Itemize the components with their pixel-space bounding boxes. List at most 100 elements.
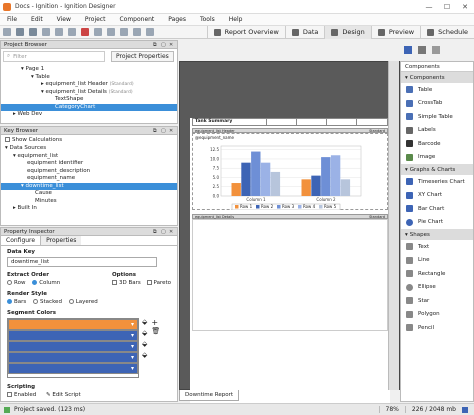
shape-rectangle[interactable]: Rectangle [401, 267, 473, 281]
component-table[interactable]: Table [401, 83, 473, 97]
close-panel-icon[interactable]: ✕ [169, 42, 177, 48]
key-built-in[interactable]: ▸ Built In [1, 205, 177, 213]
redo-icon[interactable] [29, 28, 37, 36]
publish-icon[interactable] [120, 28, 128, 36]
settings-icon[interactable] [107, 28, 115, 36]
menu-file[interactable]: File [0, 16, 24, 23]
menu-view[interactable]: View [50, 16, 78, 23]
float-icon[interactable]: ⧉ [153, 229, 161, 235]
float-icon[interactable]: ⧉ [153, 42, 161, 48]
project-properties-button[interactable]: Project Properties [111, 51, 174, 62]
key-data-sources[interactable]: ▾ Data Sources [1, 145, 177, 153]
delete-icon[interactable] [81, 28, 89, 36]
paint-icon[interactable]: ⬙ [142, 351, 147, 359]
delete-color-button[interactable]: 🗑 [151, 327, 160, 335]
close-icon[interactable]: ✕ [456, 3, 474, 11]
pareto-checkbox[interactable]: Pareto [146, 280, 171, 286]
menu-help[interactable]: Help [222, 16, 250, 23]
tree-item-page[interactable]: ▾ Page 1 [1, 66, 177, 74]
component-barcode[interactable]: Barcode [401, 137, 473, 151]
menu-pages[interactable]: Pages [161, 16, 193, 23]
component-xy-chart[interactable]: XY Chart [401, 189, 473, 203]
menu-project[interactable]: Project [78, 16, 113, 23]
close-panel-icon[interactable]: ✕ [169, 229, 177, 235]
scripting-enabled-checkbox[interactable]: Enabled [7, 392, 36, 398]
component-timeseries-chart[interactable]: Timeseries Chart [401, 175, 473, 189]
component-image[interactable]: Image [401, 151, 473, 165]
segment-color-2[interactable]: ▾ [8, 330, 138, 341]
shape-text[interactable]: Text [401, 240, 473, 254]
section-shapes[interactable]: ▾ Shapes [401, 229, 473, 240]
tab-preview[interactable]: Preview [370, 25, 420, 39]
shape-ellipse[interactable]: Ellipse [401, 281, 473, 295]
data-key-input[interactable]: downtime_list [7, 257, 157, 267]
component-bar-chart[interactable]: Bar Chart [401, 202, 473, 216]
component-simple-table[interactable]: Simple Table [401, 110, 473, 124]
save-icon[interactable] [3, 28, 11, 36]
section-components[interactable]: ▾ Components [401, 72, 473, 83]
tree-item-web-dev[interactable]: ▸ Web Dev [1, 111, 177, 119]
tab-configure[interactable]: Configure [1, 236, 42, 245]
key-equipment-list[interactable]: ▾ equipment_list [1, 153, 177, 161]
edit-script-button[interactable]: ✎ Edit Script [46, 392, 81, 398]
3d-bars-checkbox[interactable]: 3D Bars [111, 280, 141, 286]
close-panel-icon[interactable]: ✕ [169, 128, 177, 134]
project-filter-input[interactable]: ⌕ Filter [3, 51, 105, 62]
component-crosstab[interactable]: CrossTab [401, 97, 473, 111]
render-layered-radio[interactable]: Layered [68, 299, 98, 305]
tree-item-table[interactable]: ▾ Table [1, 74, 177, 82]
key-downtime-list[interactable]: ▾ downtime_list [1, 182, 177, 190]
maximize-icon[interactable]: ☐ [438, 3, 456, 11]
render-stacked-radio[interactable]: Stacked [33, 299, 62, 305]
tab-schedule[interactable]: Schedule [420, 25, 474, 39]
segment-color-5[interactable]: ▾ [8, 363, 138, 374]
gateway-status-icon[interactable] [462, 406, 468, 413]
pin-icon[interactable]: ▢ [161, 42, 169, 48]
section-graphs-charts[interactable]: ▾ Graphs & Charts [401, 164, 473, 175]
chart-component[interactable]: @equipment_name 12.5 10.0 7.5 5.0 2.5 0.0 Colu… [192, 133, 388, 210]
tree-item-textshape[interactable]: TextShape [1, 96, 177, 104]
extract-row-radio[interactable]: Row [7, 280, 25, 286]
report-properties-icon[interactable] [404, 46, 412, 54]
pin-icon[interactable]: ▢ [161, 229, 169, 235]
tree-item-categorychart[interactable]: CategoryChart [1, 103, 177, 111]
key-equipment-name[interactable]: equipment_name [1, 175, 177, 183]
shape-line[interactable]: Line [401, 254, 473, 268]
paint-icon[interactable]: ⬙ [142, 329, 147, 337]
paste-icon[interactable] [68, 28, 76, 36]
key-minutes[interactable]: Minutes [1, 198, 177, 206]
help-icon[interactable] [146, 28, 154, 36]
shape-polygon[interactable]: Polygon [401, 308, 473, 322]
copy-icon[interactable] [55, 28, 63, 36]
extract-column-radio[interactable]: Column [32, 280, 60, 286]
tank-summary-row[interactable]: Tank Summary [192, 118, 388, 126]
segment-color-3[interactable]: ▾ [8, 341, 138, 352]
add-color-button[interactable]: + [151, 318, 160, 327]
key-equipment-description[interactable]: equipment_description [1, 168, 177, 176]
menu-edit[interactable]: Edit [24, 16, 50, 23]
menu-component[interactable]: Component [112, 16, 161, 23]
pin-icon[interactable]: ▢ [161, 128, 169, 134]
segment-color-1[interactable]: ▾ [8, 319, 138, 330]
shape-pencil[interactable]: Pencil [401, 321, 473, 335]
layers-icon[interactable] [418, 46, 426, 54]
segment-color-4[interactable]: ▾ [8, 352, 138, 363]
tab-data[interactable]: Data [284, 25, 325, 39]
tree-item-details-band[interactable]: ▾ equipment_list Details (Standard) [1, 89, 177, 97]
canvas-scrollbar[interactable] [388, 61, 399, 390]
tab-design[interactable]: Design [324, 25, 371, 39]
paint-icon[interactable]: ⬙ [142, 318, 147, 326]
tree-item-header-band[interactable]: ▸ equipment_list Header (Standard) [1, 81, 177, 89]
render-bars-radio[interactable]: Bars [7, 299, 26, 305]
key-cause[interactable]: Cause [1, 190, 177, 198]
key-equipment-identifier[interactable]: equipment identifier [1, 160, 177, 168]
minimize-icon[interactable]: — [420, 3, 438, 11]
report-tab[interactable]: Downtime Report [179, 390, 239, 401]
menu-tools[interactable]: Tools [193, 16, 222, 23]
paint-icon[interactable]: ⬙ [142, 340, 147, 348]
shape-star[interactable]: Star [401, 294, 473, 308]
undo-icon[interactable] [16, 28, 24, 36]
grid-icon[interactable] [432, 46, 440, 54]
tab-report-overview[interactable]: Report Overview [206, 25, 285, 39]
component-pie-chart[interactable]: Pie Chart [401, 216, 473, 230]
